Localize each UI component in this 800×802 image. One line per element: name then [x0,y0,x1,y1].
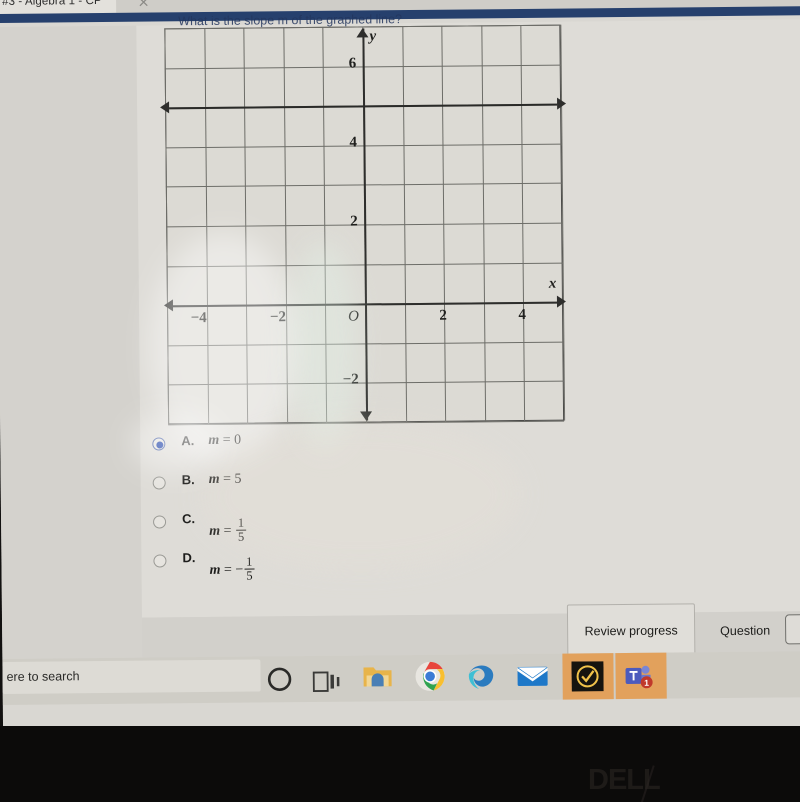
x-axis-label: x [548,275,557,292]
quiz-bottom-toolbar: Review progress Question [141,603,800,658]
mail-icon[interactable] [516,664,548,688]
close-icon[interactable] [138,0,149,8]
radio-button-b[interactable] [152,476,166,490]
radio-button-c[interactable] [153,515,167,529]
answer-option-d[interactable]: D. m = −1 5 [153,546,583,589]
search-input[interactable]: ere to search [2,659,261,694]
plotted-line-arrow-left [160,101,170,114]
option-letter: A. [181,433,195,449]
chrome-icon[interactable] [414,661,445,692]
photo-of-screen: #3 - Algebra 1 - CP What is the slope m … [0,0,800,802]
answer-option-c[interactable]: C. m = 15 [153,507,583,550]
search-placeholder: ere to search [6,669,80,684]
coordinate-graph: −4 −2 O 2 4 −2 2 4 6 x y [160,24,567,426]
cortana-icon[interactable] [264,662,294,696]
answer-option-a[interactable]: A. m = 0 [152,429,582,472]
plotted-line-arrow-right [557,97,567,110]
y-axis-label: y [369,28,377,45]
quiz-page: What is the slope m of the graphed line?… [0,12,800,659]
option-letter: C. [181,511,196,527]
y-tick-label: 6 [348,55,357,72]
monitor-bezel [0,726,800,802]
x-tick-label: 2 [439,307,447,324]
y-axis-arrow-top [356,28,369,38]
answer-option-b[interactable]: B. m = 5 [152,468,583,511]
option-value: m = 0 [208,432,242,448]
question-number-input[interactable] [784,614,800,645]
edge-icon[interactable] [465,660,496,691]
y-tick-label: 4 [349,134,358,151]
file-explorer-icon[interactable] [362,663,392,689]
y-axis-arrow-bottom [360,411,373,421]
option-value: m = −1 5 [209,554,255,583]
option-letter: B. [181,472,195,488]
windows-taskbar: ere to search 1 [2,651,800,705]
x-tick-label: 4 [518,307,527,324]
x-axis-arrow-left [163,299,174,312]
radio-button-a[interactable] [152,437,166,451]
question-panel: What is the slope m of the graphed line?… [136,12,800,618]
x-tick-label: −2 [269,309,287,326]
question-nav-label: Question [720,623,771,639]
laptop-screen: #3 - Algebra 1 - CP What is the slope m … [0,0,800,736]
radio-button-d[interactable] [153,554,167,568]
checkmark-app-icon[interactable] [571,661,604,692]
x-axis-arrow-right [556,295,567,308]
option-value: m = 5 [208,471,242,487]
teams-badge-count: 1 [644,678,649,688]
y-tick-label: −2 [342,371,359,389]
option-value: m = 15 [209,515,247,544]
y-tick-label: 2 [350,213,358,230]
review-progress-label: Review progress [584,622,678,638]
x-tick-label: O [348,308,360,325]
teams-icon[interactable]: 1 [623,661,655,691]
x-tick-label: −4 [190,310,207,327]
review-progress-button[interactable]: Review progress [566,603,696,658]
option-letter: D. [182,550,196,566]
answer-options: A. m = 0 B. m = 5 C. m = 1 5 D. m = −1 5 [152,429,583,589]
browser-tab-title: #3 - Algebra 1 - CP [2,0,102,8]
task-view-icon[interactable] [312,666,342,700]
browser-tab[interactable]: #3 - Algebra 1 - CP [0,0,116,14]
